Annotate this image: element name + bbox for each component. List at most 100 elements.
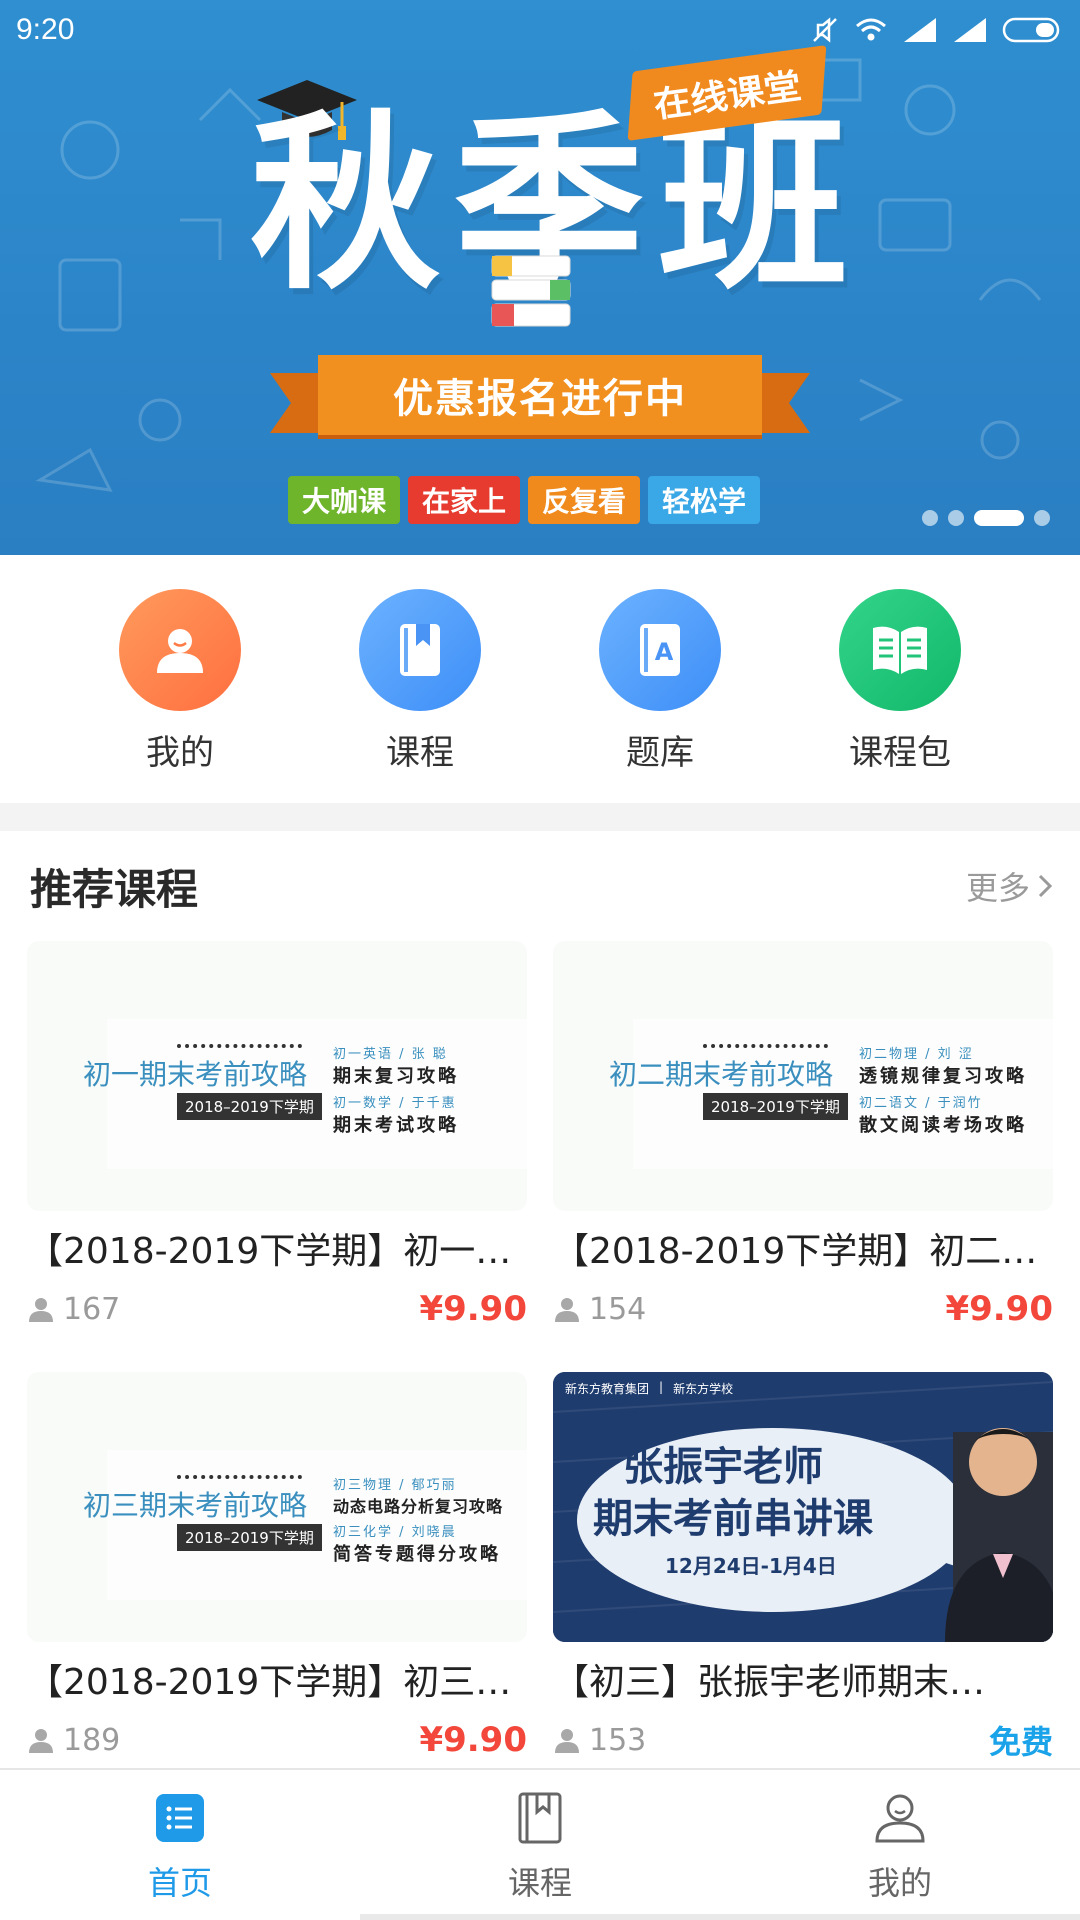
user-icon [555, 1298, 579, 1322]
carousel-dot-2[interactable] [948, 510, 964, 526]
thumb-line-big: 透镜规律复习攻略 [859, 1066, 1027, 1087]
thumb-dashes [177, 1475, 302, 1479]
learner-count-value: 167 [63, 1291, 121, 1327]
course-meta: 189 ¥9.90 [27, 1720, 527, 1760]
chevron-right-icon [1038, 874, 1053, 898]
course-meta: 153 免费 [553, 1720, 1053, 1761]
question-bank-icon: A [640, 624, 680, 676]
course-thumbnail[interactable]: 初一期末考前攻略 2018–2019下学期 初一英语 / 张 聪 期末复习攻略 … [27, 941, 527, 1211]
tab-profile[interactable]: 我的 [720, 1770, 1080, 1920]
brand-left: 新东方教育集团 [565, 1382, 650, 1396]
tab-home[interactable]: 首页 [0, 1770, 360, 1920]
person-icon [157, 629, 203, 673]
poster-heading-1: 张振宇老师 [623, 1444, 823, 1490]
thumb-term: 2018–2019下学期 [177, 1524, 322, 1551]
banner-tag-3: 反复看 [528, 476, 641, 524]
learner-count-value: 189 [63, 1722, 121, 1758]
quick-nav-courses-circle[interactable] [359, 589, 481, 711]
course-card[interactable]: 初三期末考前攻略 2018–2019下学期 初三物理 / 郁巧丽 动态电路分析复… [27, 1372, 527, 1760]
course-price: ¥9.90 [945, 1289, 1053, 1329]
poster-dates: 12月24日-1月4日 [665, 1554, 837, 1578]
more-link-label: 更多 [965, 869, 1030, 907]
banner-tags: 大咖课 在家上 反复看 轻松学 [288, 476, 761, 524]
promo-banner[interactable]: 9:20 秋季班 在线课堂 优惠报名进行中 大咖课 在家上 反复看 轻松学 [0, 0, 1080, 555]
course-meta: 167 ¥9.90 [27, 1289, 527, 1329]
tab-profile-label: 我的 [867, 1864, 932, 1902]
quick-nav-mine-circle[interactable] [119, 589, 241, 711]
course-card[interactable]: 初一期末考前攻略 2018–2019下学期 初一英语 / 张 聪 期末复习攻略 … [27, 941, 527, 1329]
more-link[interactable]: 更多 [966, 863, 1054, 909]
thumb-line-big: 动态电路分析复习攻略 [333, 1497, 504, 1516]
app-screen: 9:20 秋季班 在线课堂 优惠报名进行中 大咖课 在家上 反复看 轻松学 我的… [0, 0, 1080, 1920]
carousel-dot-1[interactable] [922, 510, 938, 526]
course-thumbnail[interactable]: 初二期末考前攻略 2018–2019下学期 初二物理 / 刘 涩 透镜规律复习攻… [553, 941, 1053, 1211]
carousel-dot-4[interactable] [1034, 510, 1050, 526]
course-price: ¥9.90 [419, 1289, 527, 1329]
quick-nav-mine[interactable]: 我的 [80, 555, 280, 803]
books-icon [491, 255, 571, 327]
quick-nav-courses-label: 课程 [386, 733, 454, 773]
course-meta: 154 ¥9.90 [553, 1289, 1053, 1329]
thumb-line-small: 初三物理 / 郁巧丽 [333, 1478, 457, 1493]
status-icons [810, 15, 1064, 45]
thumb-line-big: 散文阅读考场攻略 [859, 1115, 1027, 1136]
thumb-heading: 初一期末考前攻略 [83, 1058, 308, 1091]
wifi-icon [856, 18, 886, 41]
book-bookmark-icon [400, 624, 440, 676]
thumb-term: 2018–2019下学期 [703, 1093, 848, 1120]
tab-courses-label: 课程 [507, 1864, 572, 1902]
quick-nav-course-package-label: 课程包 [849, 733, 951, 773]
banner-tag-4: 轻松学 [648, 476, 761, 524]
recommended-header: 推荐课程 更多 [0, 831, 1080, 941]
course-title[interactable]: 【2018-2019下学期】初二… [553, 1227, 1053, 1277]
quick-nav-course-package-circle[interactable] [839, 589, 961, 711]
learner-count: 153 [553, 1723, 646, 1758]
thumb-line-small: 初一英语 / 张 聪 [333, 1047, 448, 1062]
quick-nav-mine-label: 我的 [146, 733, 214, 773]
course-price-free: 免费 [988, 1723, 1053, 1761]
carousel-dot-3-active[interactable] [974, 510, 1024, 526]
battery-icon [1002, 17, 1060, 43]
learner-count-value: 153 [589, 1722, 647, 1758]
section-divider [0, 803, 1080, 831]
bottom-tab-bar: 首页 课程 我的 [0, 1768, 1080, 1920]
thumb-dashes [177, 1044, 302, 1048]
quick-nav-course-package[interactable]: 课程包 [800, 555, 1000, 803]
thumb-line-big: 期末复习攻略 [333, 1066, 459, 1087]
thumb-heading: 初二期末考前攻略 [609, 1058, 834, 1091]
course-thumbnail[interactable]: 初三期末考前攻略 2018–2019下学期 初三物理 / 郁巧丽 动态电路分析复… [27, 1372, 527, 1642]
status-time: 9:20 [16, 13, 75, 46]
user-icon [29, 1729, 53, 1753]
promo-ribbon: 优惠报名进行中 [270, 355, 810, 441]
course-card[interactable]: 新东方教育集团 | 新东方学校 张振宇老师 期末考前串讲课 12月24日-1月4… [553, 1372, 1053, 1761]
book-icon [512, 1790, 568, 1846]
course-title[interactable]: 【初三】张振宇老师期末… [553, 1658, 1053, 1708]
thumb-line-big: 期末考试攻略 [333, 1115, 459, 1136]
poster-heading-2: 期末考前串讲课 [593, 1496, 873, 1542]
quick-nav-courses[interactable]: 课程 [320, 555, 520, 803]
course-title[interactable]: 【2018-2019下学期】初三… [27, 1658, 527, 1708]
course-card[interactable]: 初二期末考前攻略 2018–2019下学期 初二物理 / 刘 涩 透镜规律复习攻… [553, 941, 1053, 1329]
status-bar: 9:20 [0, 0, 1080, 60]
thumb-line-small: 初二语文 / 于润竹 [859, 1096, 983, 1111]
quick-nav-question-bank-circle[interactable]: A [599, 589, 721, 711]
svg-text:A: A [655, 638, 674, 666]
thumb-term: 2018–2019下学期 [177, 1093, 322, 1120]
learner-count-value: 154 [589, 1291, 647, 1327]
course-price: ¥9.90 [419, 1720, 527, 1760]
brand-strip: 新东方教育集团 | 新东方学校 [565, 1380, 733, 1397]
ribbon-text: 优惠报名进行中 [318, 355, 762, 435]
signal-icon [904, 18, 936, 42]
quick-nav-question-bank-label: 题库 [626, 733, 694, 773]
course-title[interactable]: 【2018-2019下学期】初一… [27, 1227, 527, 1277]
thumb-line-big: 简答专题得分攻略 [333, 1544, 501, 1565]
home-indicator [360, 1914, 1080, 1920]
quick-nav-question-bank[interactable]: A 题库 [560, 555, 760, 803]
profile-icon [872, 1790, 928, 1846]
thumb-heading: 初三期末考前攻略 [83, 1489, 308, 1522]
banner-tag-2: 在家上 [408, 476, 521, 524]
learner-count: 154 [553, 1292, 646, 1327]
course-thumbnail[interactable]: 新东方教育集团 | 新东方学校 张振宇老师 期末考前串讲课 12月24日-1月4… [553, 1372, 1053, 1642]
tab-courses[interactable]: 课程 [360, 1770, 720, 1920]
carousel-indicator[interactable] [922, 510, 1050, 526]
